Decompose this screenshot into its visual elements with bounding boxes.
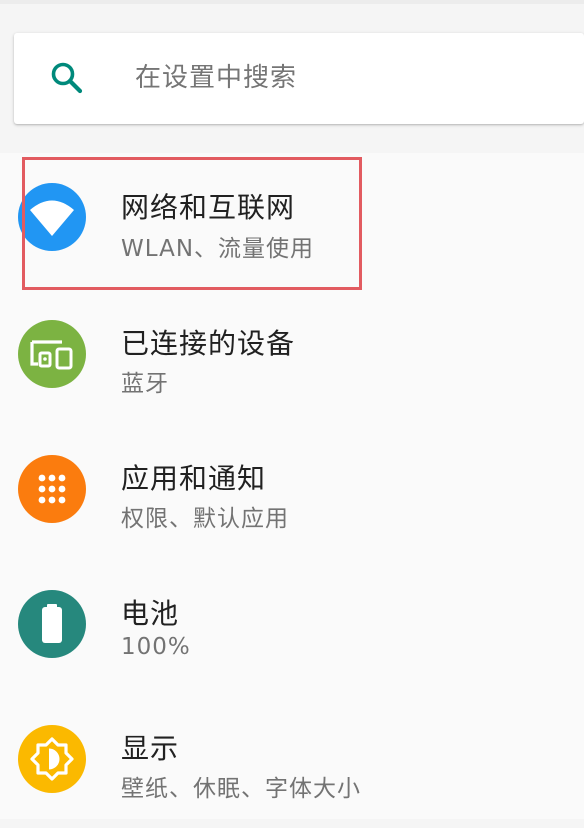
- settings-item-title: 电池: [121, 597, 180, 630]
- settings-item-subtitle: 蓝牙: [121, 371, 169, 397]
- settings-item-title: 已连接的设备: [121, 327, 296, 360]
- settings-item-network[interactable]: 网络和互联网 WLAN、流量使用: [0, 153, 584, 288]
- settings-item-title: 显示: [121, 732, 180, 765]
- search-area: 在设置中搜索: [0, 4, 584, 153]
- settings-item-title: 网络和互联网: [121, 191, 296, 224]
- battery-icon: [18, 590, 86, 658]
- settings-item-title: 应用和通知: [121, 462, 267, 495]
- search-icon: [51, 62, 83, 94]
- brightness-icon: [18, 725, 86, 793]
- settings-item-devices[interactable]: 已连接的设备 蓝牙: [0, 288, 584, 423]
- wifi-icon: [18, 183, 86, 251]
- settings-item-subtitle: 壁纸、休眠、字体大小: [121, 776, 361, 802]
- apps-grid-icon: [18, 455, 86, 523]
- settings-item-subtitle: WLAN、流量使用: [121, 236, 315, 262]
- devices-icon: [18, 320, 86, 388]
- settings-item-subtitle: 100%: [121, 634, 191, 660]
- search-placeholder: 在设置中搜索: [135, 63, 298, 93]
- search-bar[interactable]: 在设置中搜索: [14, 33, 584, 124]
- settings-item-apps[interactable]: 应用和通知 权限、默认应用: [0, 423, 584, 558]
- settings-item-subtitle: 权限、默认应用: [121, 506, 289, 532]
- settings-item-display[interactable]: 显示 壁纸、休眠、字体大小: [0, 693, 584, 828]
- settings-item-battery[interactable]: 电池 100%: [0, 558, 584, 693]
